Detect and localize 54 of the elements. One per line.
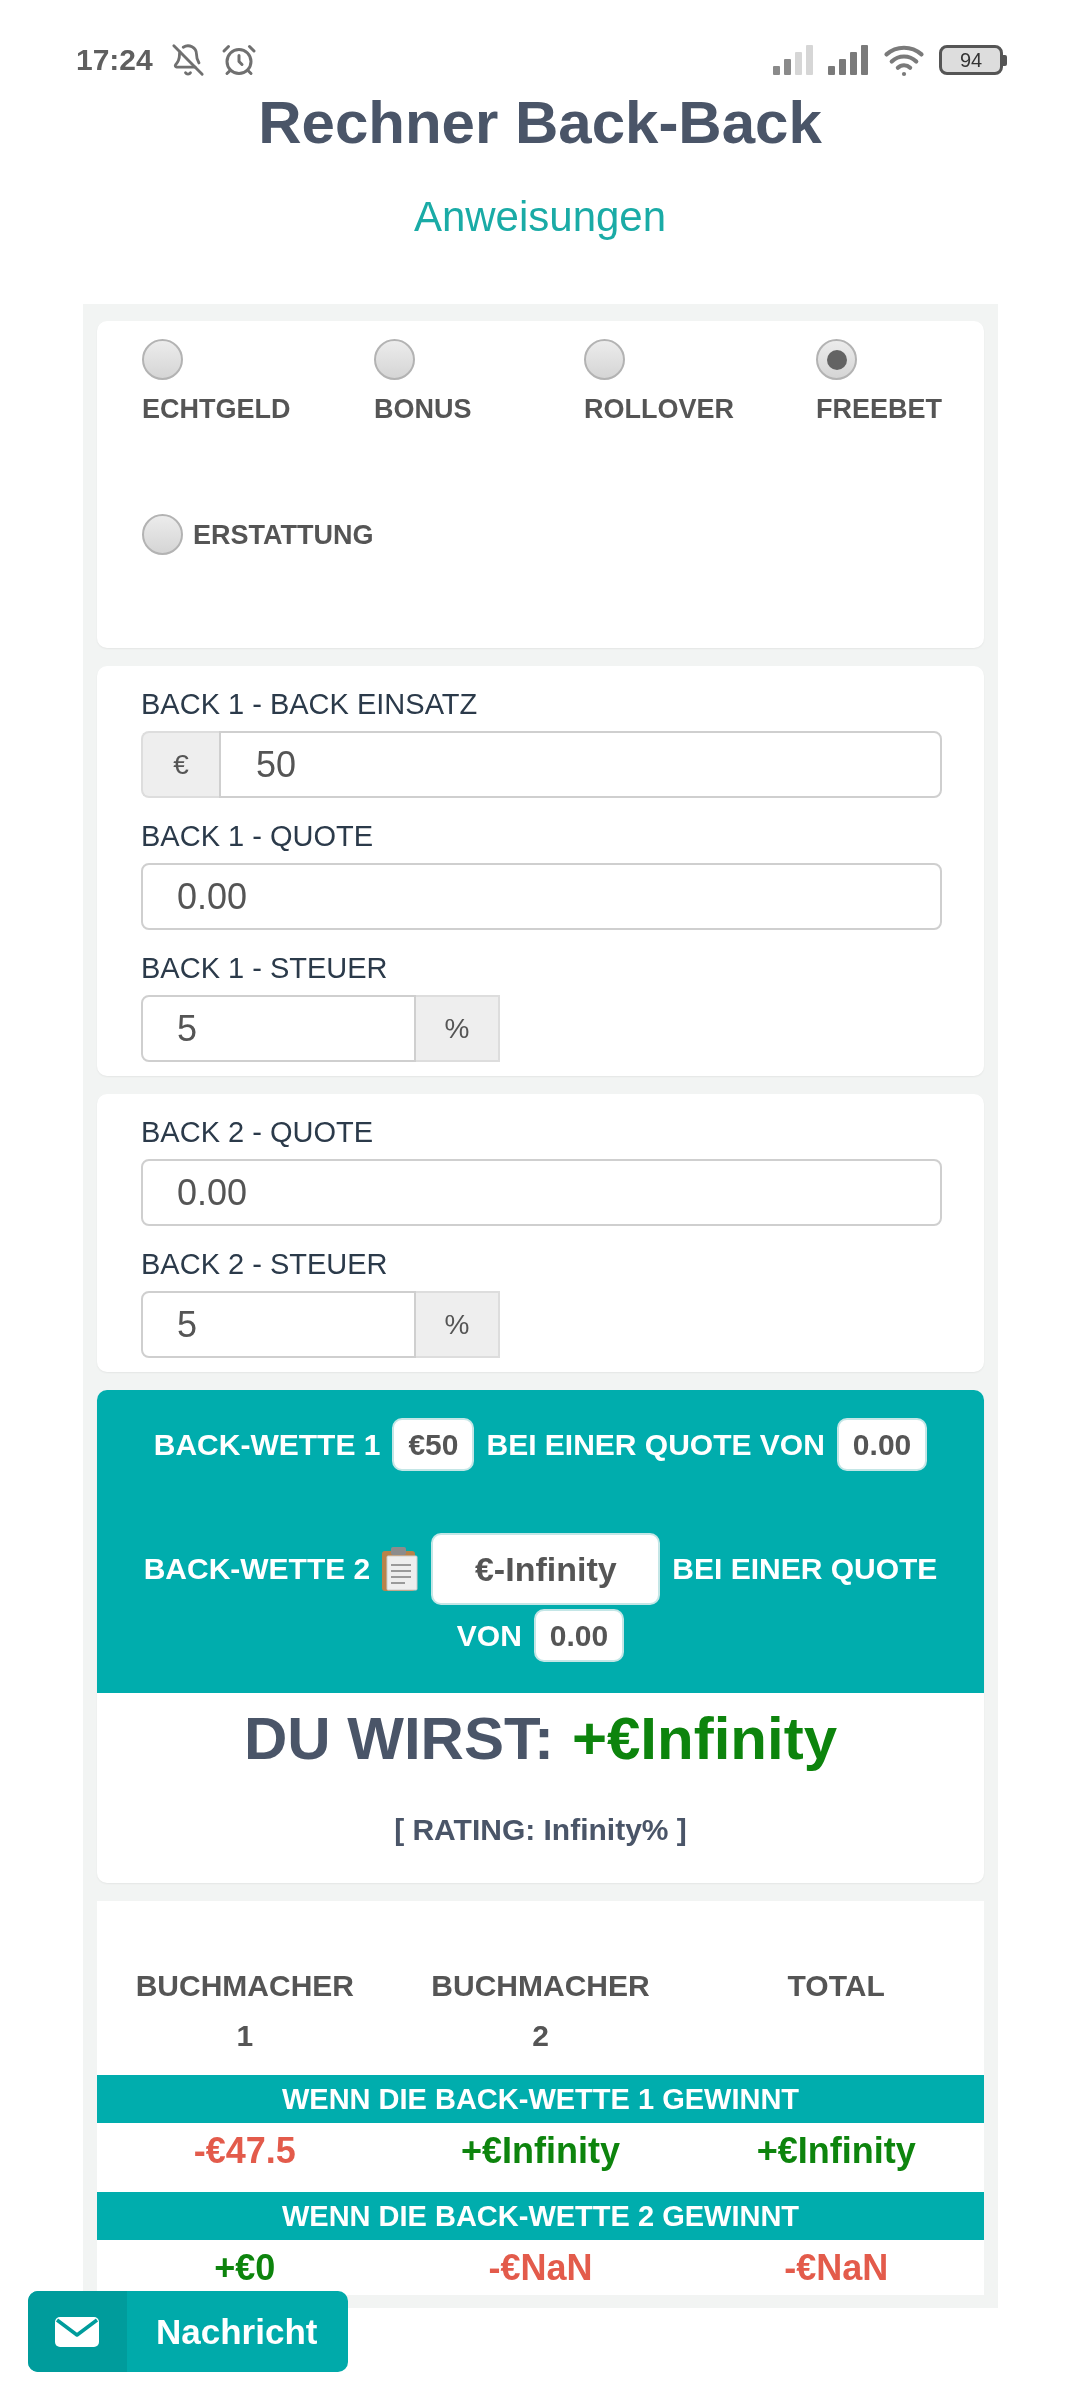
summary-text: BACK-WETTE 2: [143, 1551, 371, 1587]
result-label: DU WIRST:: [244, 1704, 554, 1774]
percent-addon: %: [416, 995, 500, 1062]
stake-input[interactable]: €-Infinity: [431, 1533, 661, 1605]
field-label: BACK 2 - STEUER: [141, 1247, 388, 1281]
output-value: 0.00: [533, 1609, 625, 1662]
field-label: BACK 1 - QUOTE: [141, 819, 374, 853]
radio-button[interactable]: [584, 339, 625, 380]
number-input[interactable]: 0.00: [141, 1159, 942, 1226]
amount-value: +€Infinity: [460, 2131, 620, 2171]
radio-label[interactable]: FREEBET: [816, 394, 942, 424]
result-value: +€Infinity: [571, 1704, 837, 1774]
summary-text: VON: [456, 1617, 522, 1654]
alarm-clock-icon: [220, 42, 257, 78]
radio-button[interactable]: [374, 339, 415, 380]
radio-label[interactable]: BONUS: [374, 394, 472, 424]
radio-button[interactable]: [142, 339, 183, 380]
radio-button[interactable]: [142, 514, 183, 555]
currency-addon: €: [141, 731, 219, 798]
status-time: 17:24: [76, 42, 153, 78]
signal-icon: [773, 45, 814, 75]
summary-text: BEI EINER QUOTE VON: [486, 1426, 825, 1463]
page-title: Rechner Back-Back: [258, 90, 822, 156]
amount-value: +€Infinity: [756, 2131, 916, 2171]
amount-value: -€NaN: [488, 2248, 593, 2288]
radio-label[interactable]: ROLLOVER: [584, 394, 734, 424]
rating-text: [ RATING: Infinity% ]: [394, 1814, 687, 1846]
field-label: BACK 1 - STEUER: [141, 951, 388, 985]
section-header: WENN DIE BACK-WETTE 1 GEWINNT: [97, 2075, 984, 2123]
number-input[interactable]: 5: [141, 1291, 416, 1358]
clipboard-icon[interactable]: [382, 1547, 420, 1591]
column-header: BUCHMACHER 1: [134, 1968, 355, 2054]
summary-text: BACK-WETTE 1: [153, 1426, 381, 1463]
column-header: BUCHMACHER 2: [430, 1968, 651, 2054]
radio-button[interactable]: [816, 339, 857, 380]
number-input[interactable]: 0.00: [141, 863, 942, 930]
radio-label[interactable]: ECHTGELD: [142, 394, 291, 424]
battery-indicator: 94: [939, 45, 1007, 75]
number-input[interactable]: 50: [219, 731, 942, 798]
field-label: BACK 2 - QUOTE: [141, 1115, 374, 1149]
number-input[interactable]: 5: [141, 995, 416, 1062]
amount-value: -€NaN: [784, 2248, 889, 2288]
field-label: BACK 1 - BACK EINSATZ: [141, 687, 478, 721]
summary-text: BEI EINER QUOTE: [672, 1551, 938, 1587]
radio-label[interactable]: ERSTATTUNG: [193, 519, 374, 550]
amount-value: +€0: [214, 2248, 276, 2288]
bell-off-icon: [170, 43, 205, 77]
section-header: WENN DIE BACK-WETTE 2 GEWINNT: [97, 2192, 984, 2240]
amount-value: -€47.5: [193, 2131, 296, 2171]
percent-addon: %: [416, 1291, 500, 1358]
signal-icon: [828, 45, 869, 75]
output-value: 0.00: [836, 1418, 928, 1471]
output-value: €50: [392, 1418, 475, 1471]
column-header: TOTAL: [787, 1968, 885, 2004]
